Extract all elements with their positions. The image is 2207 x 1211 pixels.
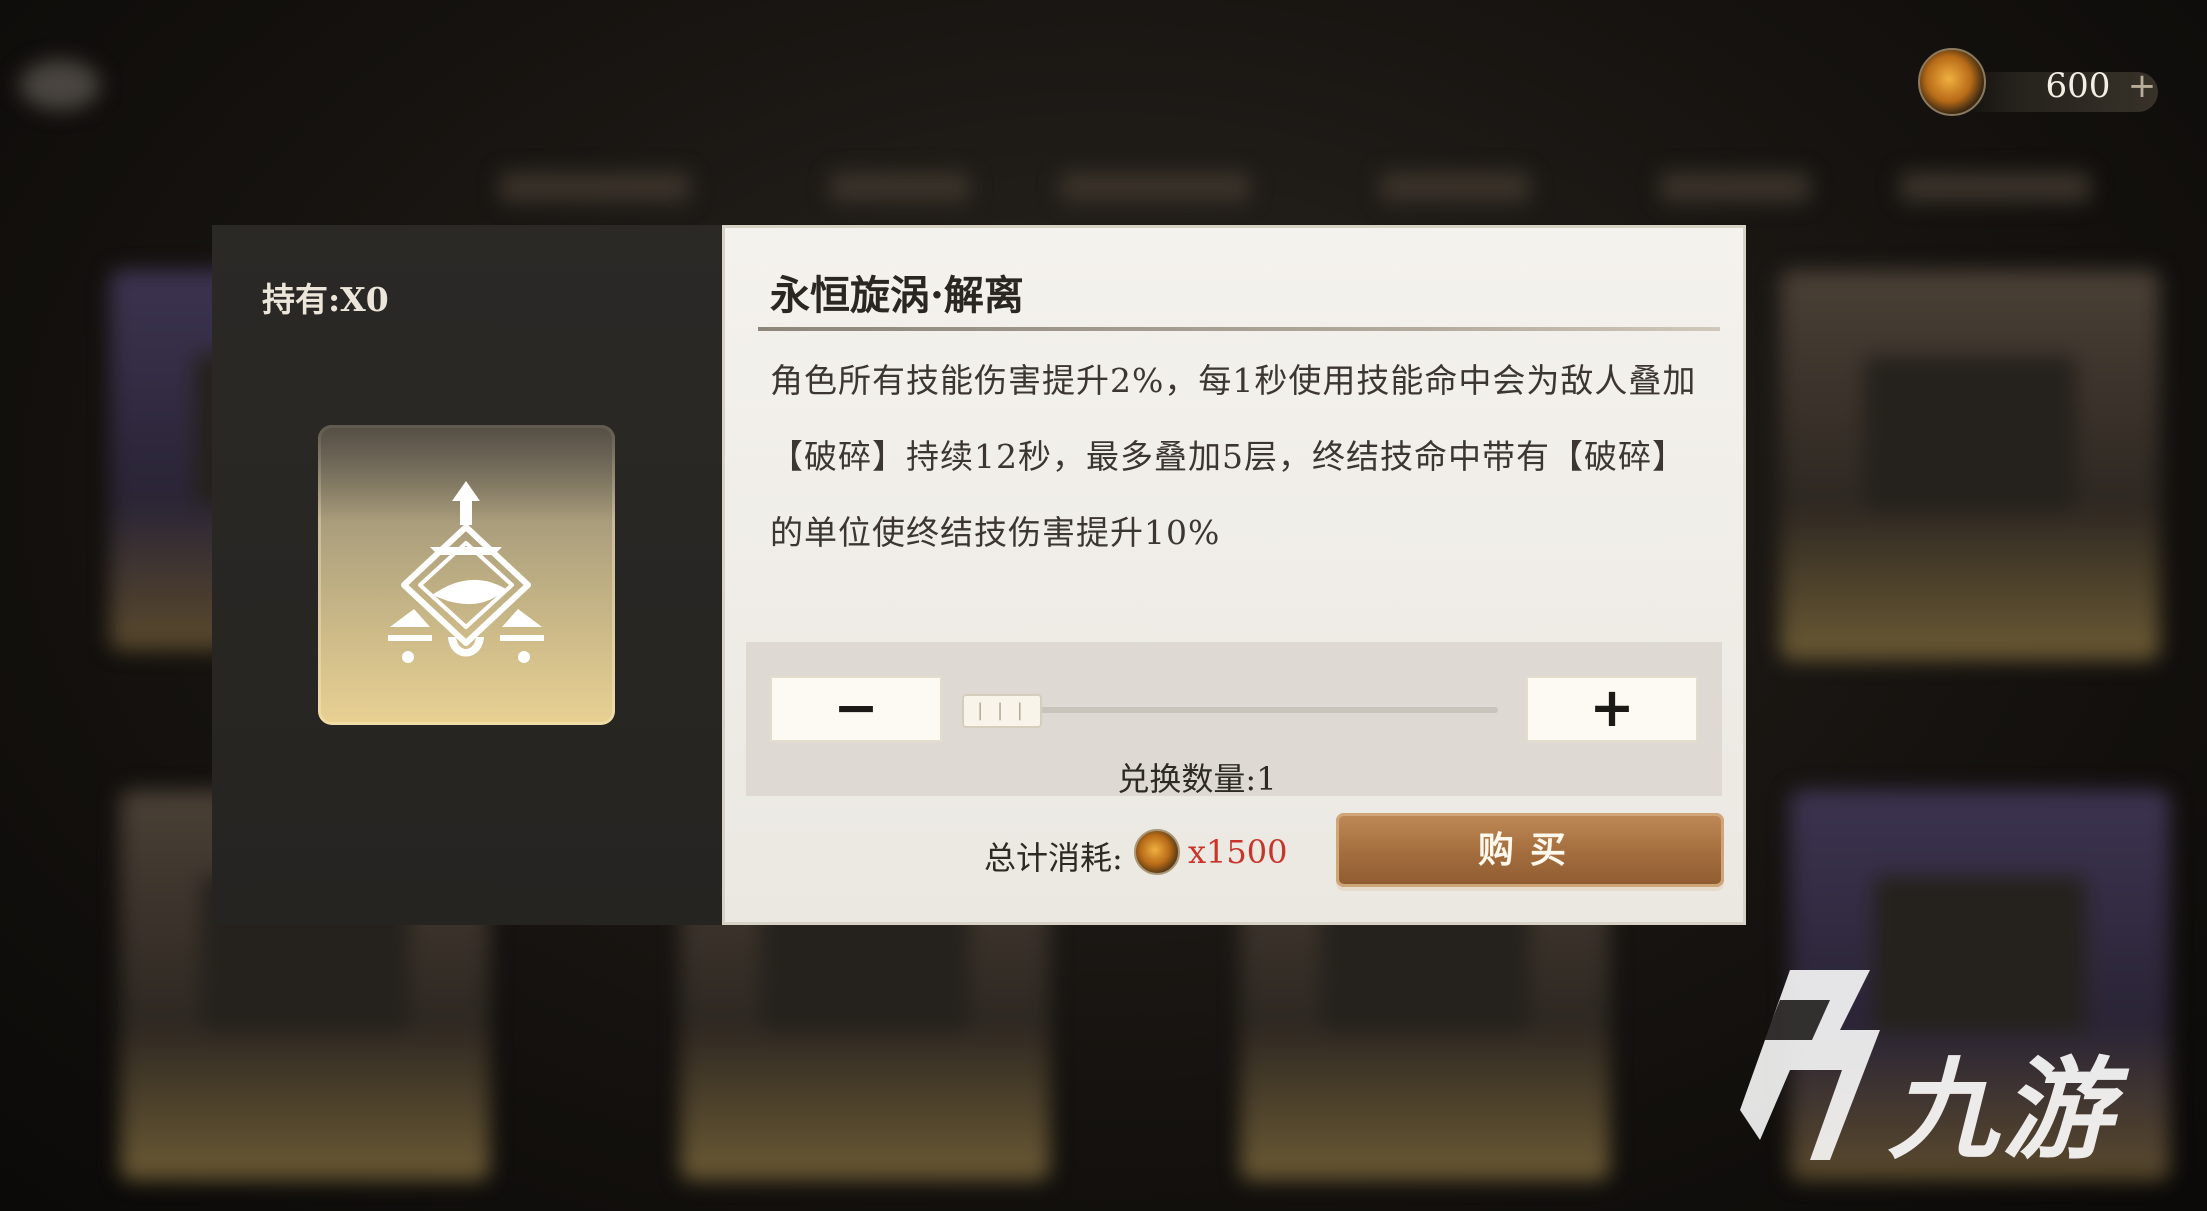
- item-preview-panel: 持有:X0: [212, 225, 722, 925]
- game-screen: 600 + 持有:X0 永恒旋涡·解离 角色所有技能伤害提升2%，每1秒使用技能…: [0, 0, 2207, 1211]
- total-cost-value: x1500: [1188, 833, 1288, 871]
- jiuyou-logo-icon: [1740, 970, 1880, 1160]
- cost-coin-icon: [1134, 829, 1180, 875]
- watermark-text: 九游: [1888, 1046, 2116, 1174]
- quantity-slider-track[interactable]: [970, 707, 1498, 713]
- currency-display: 600 +: [1918, 48, 2168, 122]
- currency-coin-icon: [1918, 48, 1986, 116]
- decrease-quantity-button[interactable]: −: [770, 676, 942, 742]
- quantity-slider-handle[interactable]: | | |: [962, 694, 1042, 728]
- title-divider: [758, 327, 1720, 331]
- bg-shop-card: [1780, 270, 2160, 660]
- currency-amount: 600: [2045, 66, 2111, 106]
- bg-tab: [830, 172, 970, 202]
- bg-tab: [1060, 172, 1250, 202]
- owned-count: 持有:X0: [262, 280, 389, 319]
- bg-tab: [500, 172, 690, 202]
- site-watermark: 九游: [1720, 960, 2180, 1190]
- buy-button[interactable]: 购买: [1336, 813, 1724, 887]
- add-currency-button[interactable]: +: [2124, 68, 2160, 104]
- back-button-blurred: [20, 60, 100, 110]
- item-description: 角色所有技能伤害提升2%，每1秒使用技能命中会为敌人叠加【破碎】持续12秒，最多…: [770, 361, 1697, 552]
- item-icon-frame: [318, 425, 615, 725]
- vortex-rune-icon: [388, 481, 544, 663]
- total-cost-label: 总计消耗:: [984, 839, 1123, 877]
- bg-tab: [1660, 172, 1810, 202]
- item-detail-dialog: 永恒旋涡·解离 角色所有技能伤害提升2%，每1秒使用技能命中会为敌人叠加【破碎】…: [722, 225, 1746, 925]
- quantity-selector: − | | | + 兑换数量:1: [746, 642, 1722, 798]
- bg-tab: [1900, 172, 2090, 202]
- item-title: 永恒旋涡·解离: [770, 272, 1024, 319]
- increase-quantity-button[interactable]: +: [1526, 676, 1698, 742]
- exchange-quantity-label: 兑换数量:1: [1117, 760, 1277, 798]
- bg-tab: [1380, 172, 1530, 202]
